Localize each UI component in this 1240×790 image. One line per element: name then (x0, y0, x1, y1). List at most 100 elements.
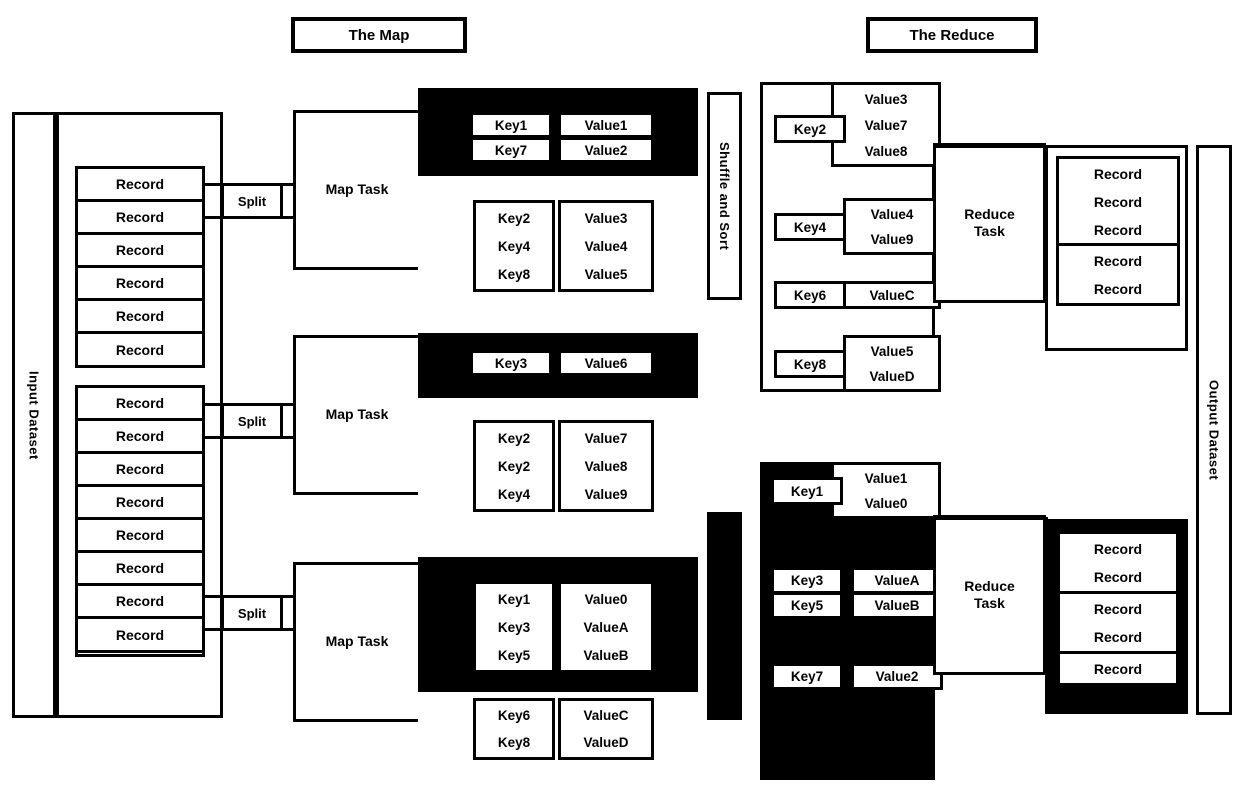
output-record-group: Record (1057, 651, 1179, 686)
reduce-value-stack: Value1 Value0 (831, 462, 941, 519)
kv-key: Key1 (470, 112, 552, 138)
output-record-group: Record Record Record (1056, 156, 1180, 246)
reduce-input-2: Value1 Value0 Key1 Key3 ValueA Key5 Valu… (760, 462, 943, 780)
reduce-value-stack: Value4 Value9 (843, 198, 941, 255)
split-label: Split (237, 413, 267, 429)
record-item: Record (1093, 253, 1143, 269)
kv-key: Key2 (497, 459, 531, 474)
reduce-value: Value9 (870, 232, 914, 247)
output-dataset-spine: Output Dataset (1196, 145, 1232, 715)
connector-reduce2-bottom (933, 672, 1048, 675)
split-box-1: Split (221, 183, 283, 219)
record-item: Record (75, 418, 205, 454)
map-task-1-label: Map Task (325, 181, 389, 198)
reduce-value-stack: Value3 Value7 Value8 (831, 82, 941, 167)
kv-value: Value6 (558, 350, 654, 376)
map-task-1-partition-black: Key1 Key7 Value1 Value2 (418, 88, 698, 173)
record-item: Record (1093, 194, 1143, 210)
output-dataset-label: Output Dataset (1206, 379, 1222, 481)
reduce-task-1-label-line1: Reduce (964, 205, 1015, 222)
record-item: Record (1093, 660, 1143, 677)
output-record-group: Record Record (1056, 243, 1180, 306)
kv-key: Key3 (497, 620, 531, 635)
record-item: Record (75, 517, 205, 553)
reduce-task-2-label-line1: Reduce (964, 577, 1015, 594)
record-item: Record (75, 199, 205, 235)
split-box-2: Split (221, 403, 283, 439)
split-box-3: Split (221, 595, 283, 631)
kv-value: Value8 (584, 459, 628, 474)
map-task-2-partition-white: Key2 Key2 Key4 Value7 Value8 Value9 (418, 395, 698, 536)
kv-value: ValueA (583, 620, 629, 635)
kv-value: Value3 (584, 211, 628, 226)
record-item: Record (1093, 281, 1143, 297)
shuffle-and-sort-label: Shuffle and Sort (717, 141, 732, 251)
kv-value: ValueD (583, 735, 629, 750)
kv-key: Key3 (470, 350, 552, 376)
mapreduce-diagram: The Map The Reduce Input Dataset Record … (0, 0, 1240, 790)
reduce-input-1: Value3 Value7 Value8 Key2 Value4 Value9 … (760, 82, 941, 392)
kv-key: Key8 (497, 267, 531, 282)
kv-key: Key7 (470, 137, 552, 163)
shuffle-and-sort-bar-filled (707, 512, 742, 720)
input-dataset-label: Input Dataset (26, 370, 42, 460)
record-item: Record (1093, 601, 1143, 617)
map-task-3-output: Key1 Key3 Key5 Value0 ValueA ValueB Key6… (418, 557, 698, 783)
kv-value: Value0 (584, 592, 628, 607)
connector-reduce2-top (933, 517, 1048, 520)
record-item: Record (1093, 222, 1143, 238)
reduce-key: Key3 (771, 567, 843, 594)
input-record-group-1: Record Record Record Record Record Recor… (75, 166, 205, 368)
kv-value: ValueB (583, 648, 629, 663)
map-task-3-partition-white: Key6 Key8 ValueC ValueD (418, 689, 698, 783)
record-item: Record (75, 583, 205, 619)
heading-the-map: The Map (291, 17, 467, 53)
map-task-2-output: Key3 Value6 Key2 Key2 Key4 Value7 Value8… (418, 333, 698, 536)
reduce-key: Key8 (774, 350, 846, 378)
reduce-task-1[interactable]: Reduce Task (933, 143, 1046, 303)
record-item: Record (1093, 166, 1143, 182)
input-record-group-2: Record Record Record Record Record Recor… (75, 385, 205, 657)
kv-value: Value4 (584, 239, 628, 254)
record-item: Record (75, 385, 205, 421)
reduce-task-2[interactable]: Reduce Task (933, 515, 1046, 675)
connector-reduce1-bottom (933, 300, 1048, 303)
kv-key: Key2 (497, 211, 531, 226)
output-record-group: Record Record (1057, 531, 1179, 594)
reduce-key: Key1 (771, 477, 843, 505)
kv-key-stack: Key2 Key4 Key8 (473, 200, 555, 292)
output-block-1: Record Record Record Record Record (1045, 145, 1188, 351)
reduce-value: Value4 (870, 207, 914, 222)
heading-the-reduce-label: The Reduce (909, 26, 995, 44)
heading-the-reduce: The Reduce (866, 17, 1038, 53)
record-item: Record (75, 232, 205, 268)
kv-key: Key4 (497, 239, 531, 254)
kv-key-stack: Key2 Key2 Key4 (473, 420, 555, 512)
map-task-3[interactable]: Map Task (293, 562, 421, 722)
record-item: Record (75, 451, 205, 487)
record-item: Record (1093, 541, 1143, 557)
kv-key-stack: Key1 Key3 Key5 (473, 581, 555, 673)
reduce-value: Value2 (851, 663, 943, 690)
shuffle-and-sort-bar: Shuffle and Sort (707, 92, 742, 300)
map-task-1[interactable]: Map Task (293, 110, 421, 270)
split-label: Split (237, 193, 267, 209)
map-task-2[interactable]: Map Task (293, 335, 421, 495)
reduce-value: ValueC (843, 281, 941, 309)
reduce-key: Key6 (774, 281, 846, 309)
reduce-value: Value5 (870, 344, 914, 359)
record-item: Record (1093, 569, 1143, 585)
record-item: Record (75, 550, 205, 586)
map-task-1-partition-white: Key2 Key4 Key8 Value3 Value4 Value5 (418, 173, 698, 315)
input-dataset-spine: Input Dataset (12, 112, 56, 718)
reduce-key: Key7 (771, 663, 843, 690)
reduce-task-2-label-line2: Task (974, 595, 1005, 611)
map-task-2-label: Map Task (325, 406, 389, 423)
map-task-3-label: Map Task (325, 633, 389, 650)
kv-key: Key8 (497, 735, 531, 750)
map-task-3-partition-black: Key1 Key3 Key5 Value0 ValueA ValueB (418, 557, 698, 689)
kv-value-stack: Value3 Value4 Value5 (558, 200, 654, 292)
reduce-value: Value0 (864, 496, 908, 511)
record-item: Record (75, 166, 205, 202)
reduce-key: Key4 (774, 213, 846, 241)
